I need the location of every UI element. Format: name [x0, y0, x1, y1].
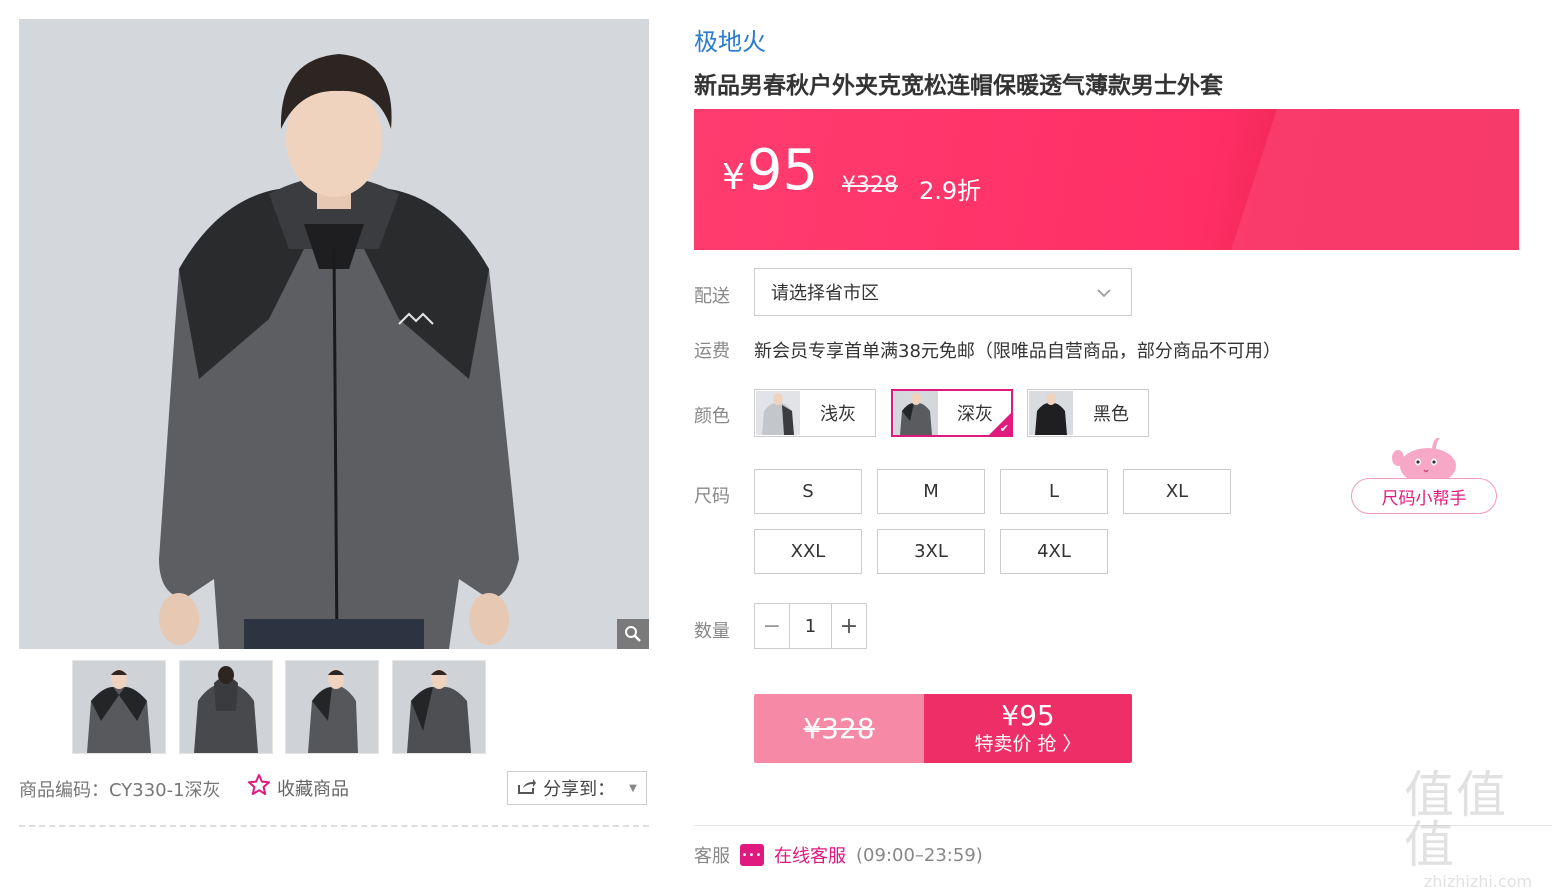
price-banner: ¥ 95 ¥328 2.9折 [694, 109, 1519, 250]
currency-symbol: ¥ [722, 157, 745, 198]
color-swatch-image [1029, 391, 1073, 435]
share-icon [517, 777, 537, 800]
size-option-3xl[interactable]: 3XL [877, 529, 985, 574]
check-icon: ✔ [999, 422, 1009, 435]
share-label: 分享到： [543, 779, 616, 800]
chevron-down-icon [1097, 282, 1111, 303]
size-option-xxl[interactable]: XXL [754, 529, 862, 574]
quantity-label: 数量 [694, 621, 730, 642]
watermark-url: zhizhizhi.com [1423, 872, 1533, 891]
buy-now-button[interactable]: ¥328 ¥95 特卖价 抢 〉 [754, 694, 1132, 763]
color-label: 颜色 [694, 406, 730, 427]
caret-down-icon: ▼ [629, 782, 637, 794]
delivery-label: 配送 [694, 286, 730, 307]
thumbnail-1[interactable] [72, 660, 166, 754]
left-divider [19, 825, 649, 827]
size-option-l[interactable]: L [1000, 469, 1108, 514]
size-label: 尺码 [694, 486, 730, 507]
size-option-4xl[interactable]: 4XL [1000, 529, 1108, 574]
watermark-logo: 值值值 [1404, 766, 1508, 874]
quantity-value[interactable]: 1 [789, 604, 832, 648]
color-option-black[interactable]: 黑色 [1027, 389, 1149, 437]
quantity-stepper[interactable]: − 1 + [754, 603, 867, 649]
discount-label: 2.9折 [919, 177, 982, 205]
thumbnail-3[interactable] [285, 660, 379, 754]
color-option-dark-gray[interactable]: 深灰 ✔ [891, 389, 1013, 437]
thumbnail-2[interactable] [179, 660, 273, 754]
color-option-light-gray[interactable]: 浅灰 [754, 389, 876, 437]
current-price: ¥ 95 [722, 143, 818, 199]
jacket-model-illustration [19, 19, 649, 649]
shipping-info: 新会员专享首单满38元免邮（限唯品自营商品，部分商品不可用） [754, 341, 1281, 362]
mascot-icon [1388, 432, 1460, 484]
color-swatch-image [756, 391, 800, 435]
color-swatch-image [894, 391, 938, 435]
share-dropdown[interactable]: 分享到： ▼ [507, 771, 647, 805]
service-hours: (09:00–23:59) [856, 844, 983, 866]
chat-icon: ••• [740, 844, 764, 866]
service-label: 客服 [694, 846, 730, 867]
buy-cta[interactable]: ¥95 特卖价 抢 〉 [924, 694, 1132, 763]
favorite-label: 收藏商品 [277, 778, 349, 800]
zoom-icon[interactable] [617, 619, 649, 649]
quantity-decrease-button[interactable]: − [755, 604, 789, 648]
main-product-image[interactable] [19, 19, 649, 649]
buy-cta-label: 特卖价 抢 〉 [974, 732, 1082, 755]
shipping-label: 运费 [694, 341, 730, 362]
color-option-label: 浅灰 [820, 404, 856, 425]
favorite-button[interactable]: 收藏商品 [247, 773, 349, 802]
buy-price: ¥95 [1001, 698, 1055, 732]
size-option-s[interactable]: S [754, 469, 862, 514]
thumbnail-4[interactable] [392, 660, 486, 754]
star-icon [247, 773, 271, 802]
region-select[interactable]: 请选择省市区 [754, 268, 1132, 316]
product-title: 新品男春秋户外夹克宽松连帽保暖透气薄款男士外套 [694, 73, 1223, 99]
customer-service-row: 客服 ••• 在线客服 (09:00–23:59) [694, 842, 983, 868]
current-price-value: 95 [746, 138, 819, 203]
online-service-link[interactable]: 在线客服 [774, 842, 846, 868]
quantity-increase-button[interactable]: + [832, 604, 866, 648]
region-select-value: 请选择省市区 [771, 283, 879, 304]
size-option-xl[interactable]: XL [1123, 469, 1231, 514]
color-option-label: 黑色 [1093, 404, 1129, 425]
original-price: ¥328 [842, 173, 898, 198]
brand-link[interactable]: 极地火 [694, 22, 766, 57]
size-helper-button[interactable]: 尺码小帮手 [1351, 478, 1497, 514]
product-code: 商品编码：CY330-1深灰 [19, 780, 221, 801]
size-option-m[interactable]: M [877, 469, 985, 514]
site-watermark: 值值值 zhizhizhi.com [1404, 770, 1552, 891]
buy-original-price: ¥328 [754, 694, 924, 763]
